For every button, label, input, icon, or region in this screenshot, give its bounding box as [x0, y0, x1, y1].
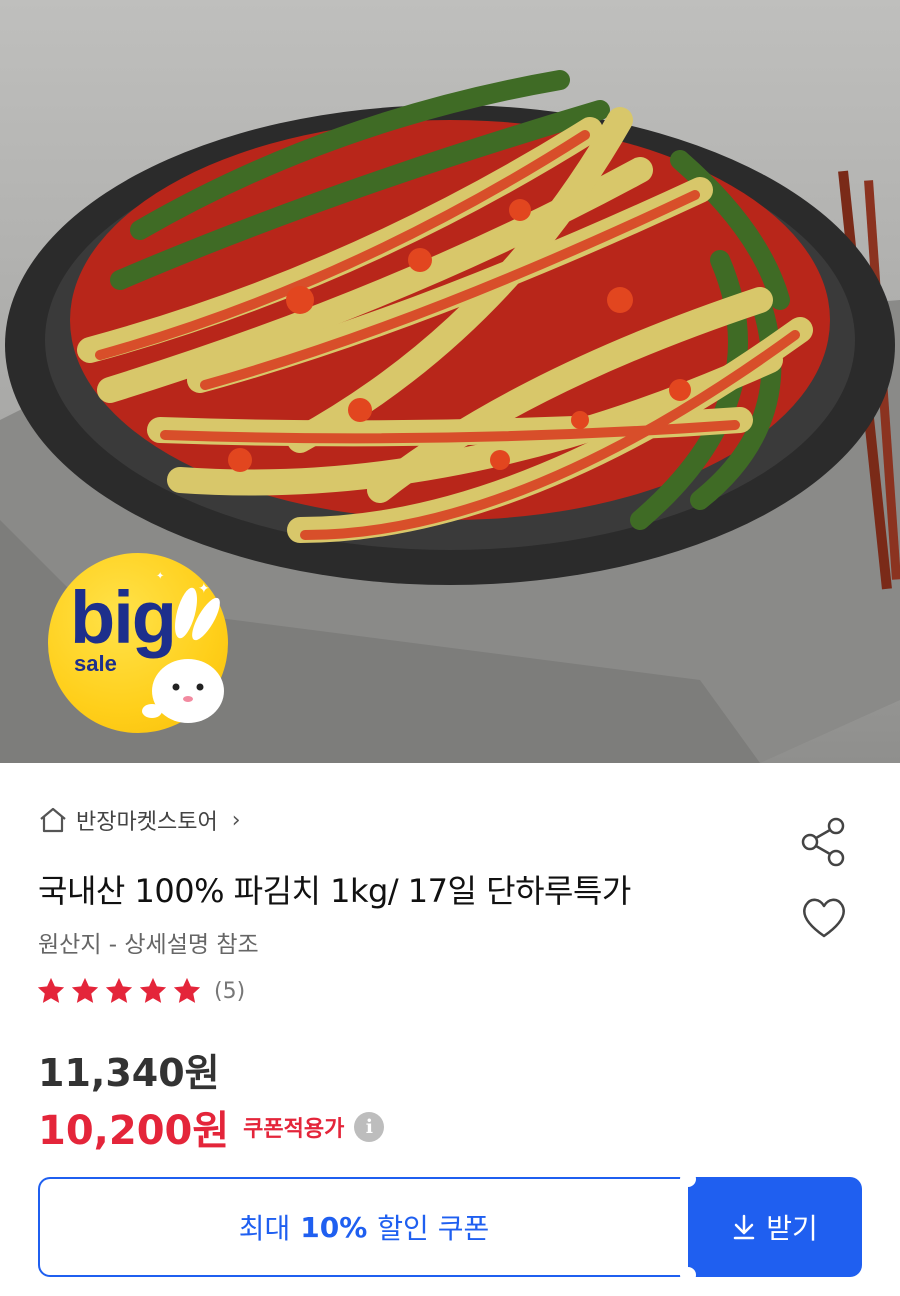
star-icon [173, 977, 201, 1003]
star-icon [37, 977, 65, 1003]
coupon-percent: 10% [300, 1210, 368, 1244]
rating[interactable]: (5) [36, 976, 245, 1006]
store-name: 반장마켓스토어 [76, 810, 218, 835]
coupon-download-button[interactable]: 받기 [688, 1177, 862, 1277]
svg-text:✦: ✦ [156, 571, 164, 582]
star-icon [139, 977, 167, 1003]
share-button[interactable] [798, 816, 850, 868]
chevron-right-icon: › [231, 807, 241, 833]
coupon-notch-top [680, 1171, 696, 1187]
coupon-price-label: 쿠폰적용가 [243, 1117, 345, 1142]
info-icon[interactable]: i [354, 1112, 385, 1142]
coupon-get-label: 받기 [766, 1212, 818, 1245]
product-origin: 원산지 - 상세설명 참조 [38, 932, 259, 958]
review-count: (5) [214, 978, 246, 1004]
heart-icon [803, 898, 845, 938]
coupon-button[interactable]: 최대 10% 할인 쿠폰 [38, 1171, 696, 1283]
share-icon [801, 817, 845, 867]
coupon-prefix: 최대 [238, 1212, 291, 1245]
coupon-bar: 최대 10% 할인 쿠폰 받기 [38, 1171, 862, 1283]
coupon-notch-bottom [680, 1267, 696, 1283]
store-link[interactable]: 반장마켓스토어 › [38, 804, 241, 836]
wishlist-button[interactable] [798, 892, 850, 944]
product-title: 국내산 100% 파김치 1kg/ 17일 단하루특가 [38, 872, 631, 910]
home-icon [40, 807, 66, 833]
coupon-price: 10,200원 [38, 1108, 230, 1154]
star-rating [36, 976, 202, 1006]
star-icon [105, 977, 133, 1003]
big-sale-badge: big sale ✦ ✦ [48, 553, 228, 733]
original-price: 11,340원 [38, 1051, 220, 1095]
svg-text:✦: ✦ [198, 581, 210, 597]
download-icon [733, 1214, 755, 1240]
rabbit-icon: ✦ ✦ [142, 571, 224, 723]
star-icon [71, 977, 99, 1003]
coupon-suffix: 할인 쿠폰 [377, 1212, 490, 1245]
coupon-price-row: 10,200원 쿠폰적용가 i [38, 1098, 385, 1156]
product-image[interactable]: big sale ✦ ✦ [0, 0, 900, 763]
